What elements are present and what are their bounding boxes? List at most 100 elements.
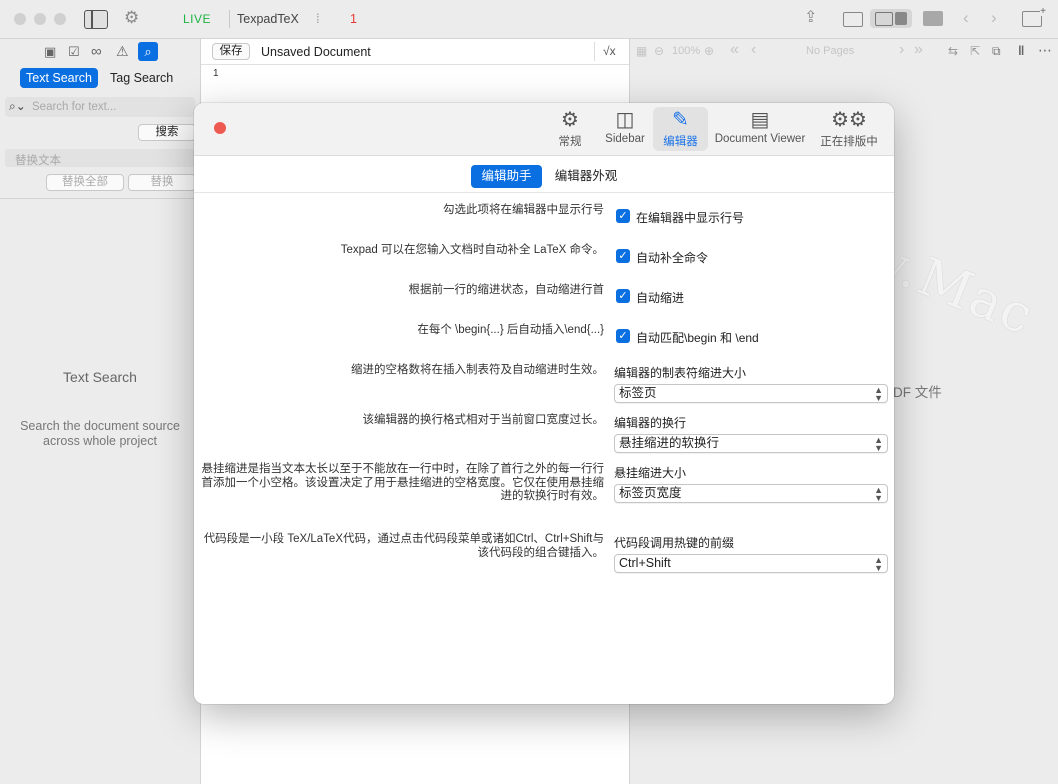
prev-page-icon[interactable]: ‹ — [751, 41, 756, 59]
select-value: Ctrl+Shift — [619, 556, 671, 570]
editor-header: 保存 Unsaved Document √x — [201, 39, 629, 65]
desc-line: 该代码段的组合键插入。 — [477, 546, 605, 559]
next-page-icon[interactable]: › — [899, 41, 904, 59]
zoom-in-icon[interactable]: ⊕ — [704, 44, 714, 58]
sidebar-toggle-icon[interactable] — [84, 10, 108, 29]
select-value: 标签页宽度 — [619, 486, 682, 500]
select-value: 标签页 — [619, 386, 657, 400]
tool-label: 编辑器 — [663, 136, 698, 148]
divider — [0, 198, 200, 199]
layout-single-icon[interactable] — [843, 12, 863, 27]
search-options-icon[interactable]: ⌕⌄ — [9, 99, 26, 114]
math-insert-icon[interactable]: √x — [603, 44, 616, 58]
row-desc: 在每个 \begin{...} 后自动插入\end{...} — [417, 324, 604, 336]
settings-close-button[interactable] — [214, 122, 226, 134]
checkbox-show-line-numbers[interactable]: ✓ — [616, 209, 630, 223]
last-page-icon[interactable]: » — [914, 41, 923, 59]
row-desc: 缩进的空格数将在插入制表符及自动缩进时生效。 — [351, 364, 604, 376]
live-indicator[interactable]: LIVE — [183, 12, 211, 26]
checkbox-label: 自动补全命令 — [636, 251, 709, 265]
header-divider — [594, 42, 595, 61]
minimize-window-button[interactable] — [34, 13, 46, 25]
search-button[interactable]: 搜索 — [138, 124, 196, 141]
zoom-window-button[interactable] — [54, 13, 66, 25]
todo-icon[interactable]: ☑ — [68, 44, 80, 60]
settings-window: ⚙ 常规 ◫ Sidebar ✎ 编辑器 ▤ Document Viewer ⚙… — [194, 103, 894, 704]
empty-state-title: Text Search — [63, 369, 137, 385]
empty-state-description: Search the document source across whole … — [20, 419, 180, 448]
typeset-engine-label[interactable]: TexpadTeX — [237, 12, 299, 26]
tab-editor-appearance[interactable]: 编辑器外观 — [551, 165, 621, 188]
replace-input[interactable]: 替换文本 — [5, 149, 195, 167]
gears-icon: ⚙⚙ — [831, 109, 867, 131]
toolbar-divider — [229, 10, 230, 28]
page-count-icon: ⁞ — [316, 11, 320, 26]
tool-sidebar[interactable]: ◫ Sidebar — [599, 107, 651, 151]
viewer-toolbar: ▦ ⊖ 100% ⊕ « ‹ No Pages › » ⇆ ⇱ ⧉ ‖ ⋯ — [630, 39, 1058, 64]
updown-chevron-icon: ▲ ▼ — [874, 485, 883, 503]
search-placeholder: Search for text... — [32, 101, 117, 113]
thumbnails-icon[interactable]: ▦ — [636, 44, 647, 58]
new-window-icon[interactable]: + — [1022, 7, 1046, 27]
document-title: Unsaved Document — [261, 45, 371, 59]
line-wrap-select[interactable]: 悬挂缩进的软换行 ▲ ▼ — [614, 434, 888, 453]
desc-line: 悬挂缩进是指当文本太长以至于不能放在一行中时，在除了首行之外的每一行行 — [201, 463, 605, 475]
line-number: 1 — [213, 68, 219, 79]
windows-icon[interactable]: ⧉ — [992, 44, 1001, 59]
tool-general[interactable]: ⚙ 常规 — [548, 107, 592, 151]
checkbox-auto-match-begin-end[interactable]: ✓ — [616, 329, 630, 343]
tool-document-viewer[interactable]: ▤ Document Viewer — [712, 107, 808, 151]
replace-all-button[interactable]: 替换全部 — [46, 174, 124, 191]
tab-editor-assistant[interactable]: 编辑助手 — [471, 165, 542, 188]
settings-toolbar: ⚙ 常规 ◫ Sidebar ✎ 编辑器 ▤ Document Viewer ⚙… — [194, 103, 894, 156]
search-input[interactable]: ⌕⌄ Search for text... — [5, 97, 195, 117]
zoom-level: 100% — [672, 45, 701, 57]
checkbox-label: 自动匹配\begin 和 \end — [636, 331, 759, 345]
tab-text-search[interactable]: Text Search — [20, 68, 99, 88]
share-icon[interactable]: ⇪ — [804, 9, 817, 27]
error-count-badge[interactable]: 1 — [350, 12, 357, 26]
tool-typesetting[interactable]: ⚙⚙ 正在排版中 — [818, 107, 880, 151]
more-icon[interactable]: ⋯ — [1038, 42, 1052, 59]
row-desc-multiline: 悬挂缩进是指当文本太长以至于不能放在一行中时，在除了首行之外的每一行行 首添加一… — [194, 463, 605, 504]
hanging-indent-size-select[interactable]: 标签页宽度 ▲ ▼ — [614, 484, 888, 503]
back-chevron-icon[interactable]: ‹ — [963, 9, 969, 27]
outline-icon[interactable]: ▣ — [44, 44, 56, 60]
updown-chevron-icon: ▲ ▼ — [874, 435, 883, 453]
row-desc: 勾选此项将在编辑器中显示行号 — [443, 204, 604, 216]
forward-chevron-icon[interactable]: › — [991, 9, 997, 27]
first-page-icon[interactable]: « — [730, 41, 739, 59]
export-icon[interactable]: ⇱ — [970, 44, 980, 58]
row-desc: 根据前一行的缩进状态，自动缩进行首 — [408, 284, 605, 296]
tab-indent-size-select[interactable]: 标签页 ▲ ▼ — [614, 384, 888, 403]
tool-label: 正在排版中 — [820, 136, 878, 148]
tool-label: Sidebar — [605, 133, 645, 145]
sync-icon[interactable]: ⇆ — [948, 44, 958, 58]
window-toolbar: ⚙ LIVE TexpadTeX ⁞ 1 ⇪ ‹ › + — [0, 0, 1058, 39]
select-label: 悬挂缩进大小 — [614, 466, 687, 480]
checkbox-auto-indent[interactable]: ✓ — [616, 289, 630, 303]
layout-viewer-icon[interactable] — [923, 11, 943, 26]
links-icon[interactable]: ∞ — [91, 43, 102, 60]
select-label: 代码段调用热键的前缀 — [614, 536, 735, 550]
settings-gear-icon[interactable]: ⚙ — [124, 9, 139, 27]
replace-button[interactable]: 替换 — [128, 174, 196, 191]
desc-line: 首添加一个小空格。该设置决定了用于悬挂缩进的空格宽度。它仅在使用悬挂缩 — [201, 476, 605, 489]
warning-icon[interactable]: ⚠ — [116, 43, 129, 60]
zoom-out-icon[interactable]: ⊖ — [654, 44, 664, 58]
tab-tag-search[interactable]: Tag Search — [104, 68, 179, 88]
columns-icon[interactable]: ‖ — [1018, 43, 1024, 58]
close-window-button[interactable] — [14, 13, 26, 25]
snippet-hotkey-prefix-select[interactable]: Ctrl+Shift ▲ ▼ — [614, 554, 888, 573]
checkbox-autocomplete[interactable]: ✓ — [616, 249, 630, 263]
updown-chevron-icon: ▲ ▼ — [874, 555, 883, 573]
row-desc: 该编辑器的换行格式相对于当前窗口宽度过长。 — [362, 414, 605, 426]
pencil-icon: ✎ — [672, 109, 689, 131]
tool-label: 常规 — [558, 136, 582, 148]
updown-chevron-icon: ▲ ▼ — [874, 385, 883, 403]
tool-editor[interactable]: ✎ 编辑器 — [653, 107, 708, 151]
layout-split-button[interactable] — [870, 9, 912, 28]
search-icon[interactable]: ⌕ — [138, 42, 158, 61]
save-button[interactable]: 保存 — [212, 43, 250, 60]
pdf-hint: DF 文件 — [893, 385, 942, 400]
